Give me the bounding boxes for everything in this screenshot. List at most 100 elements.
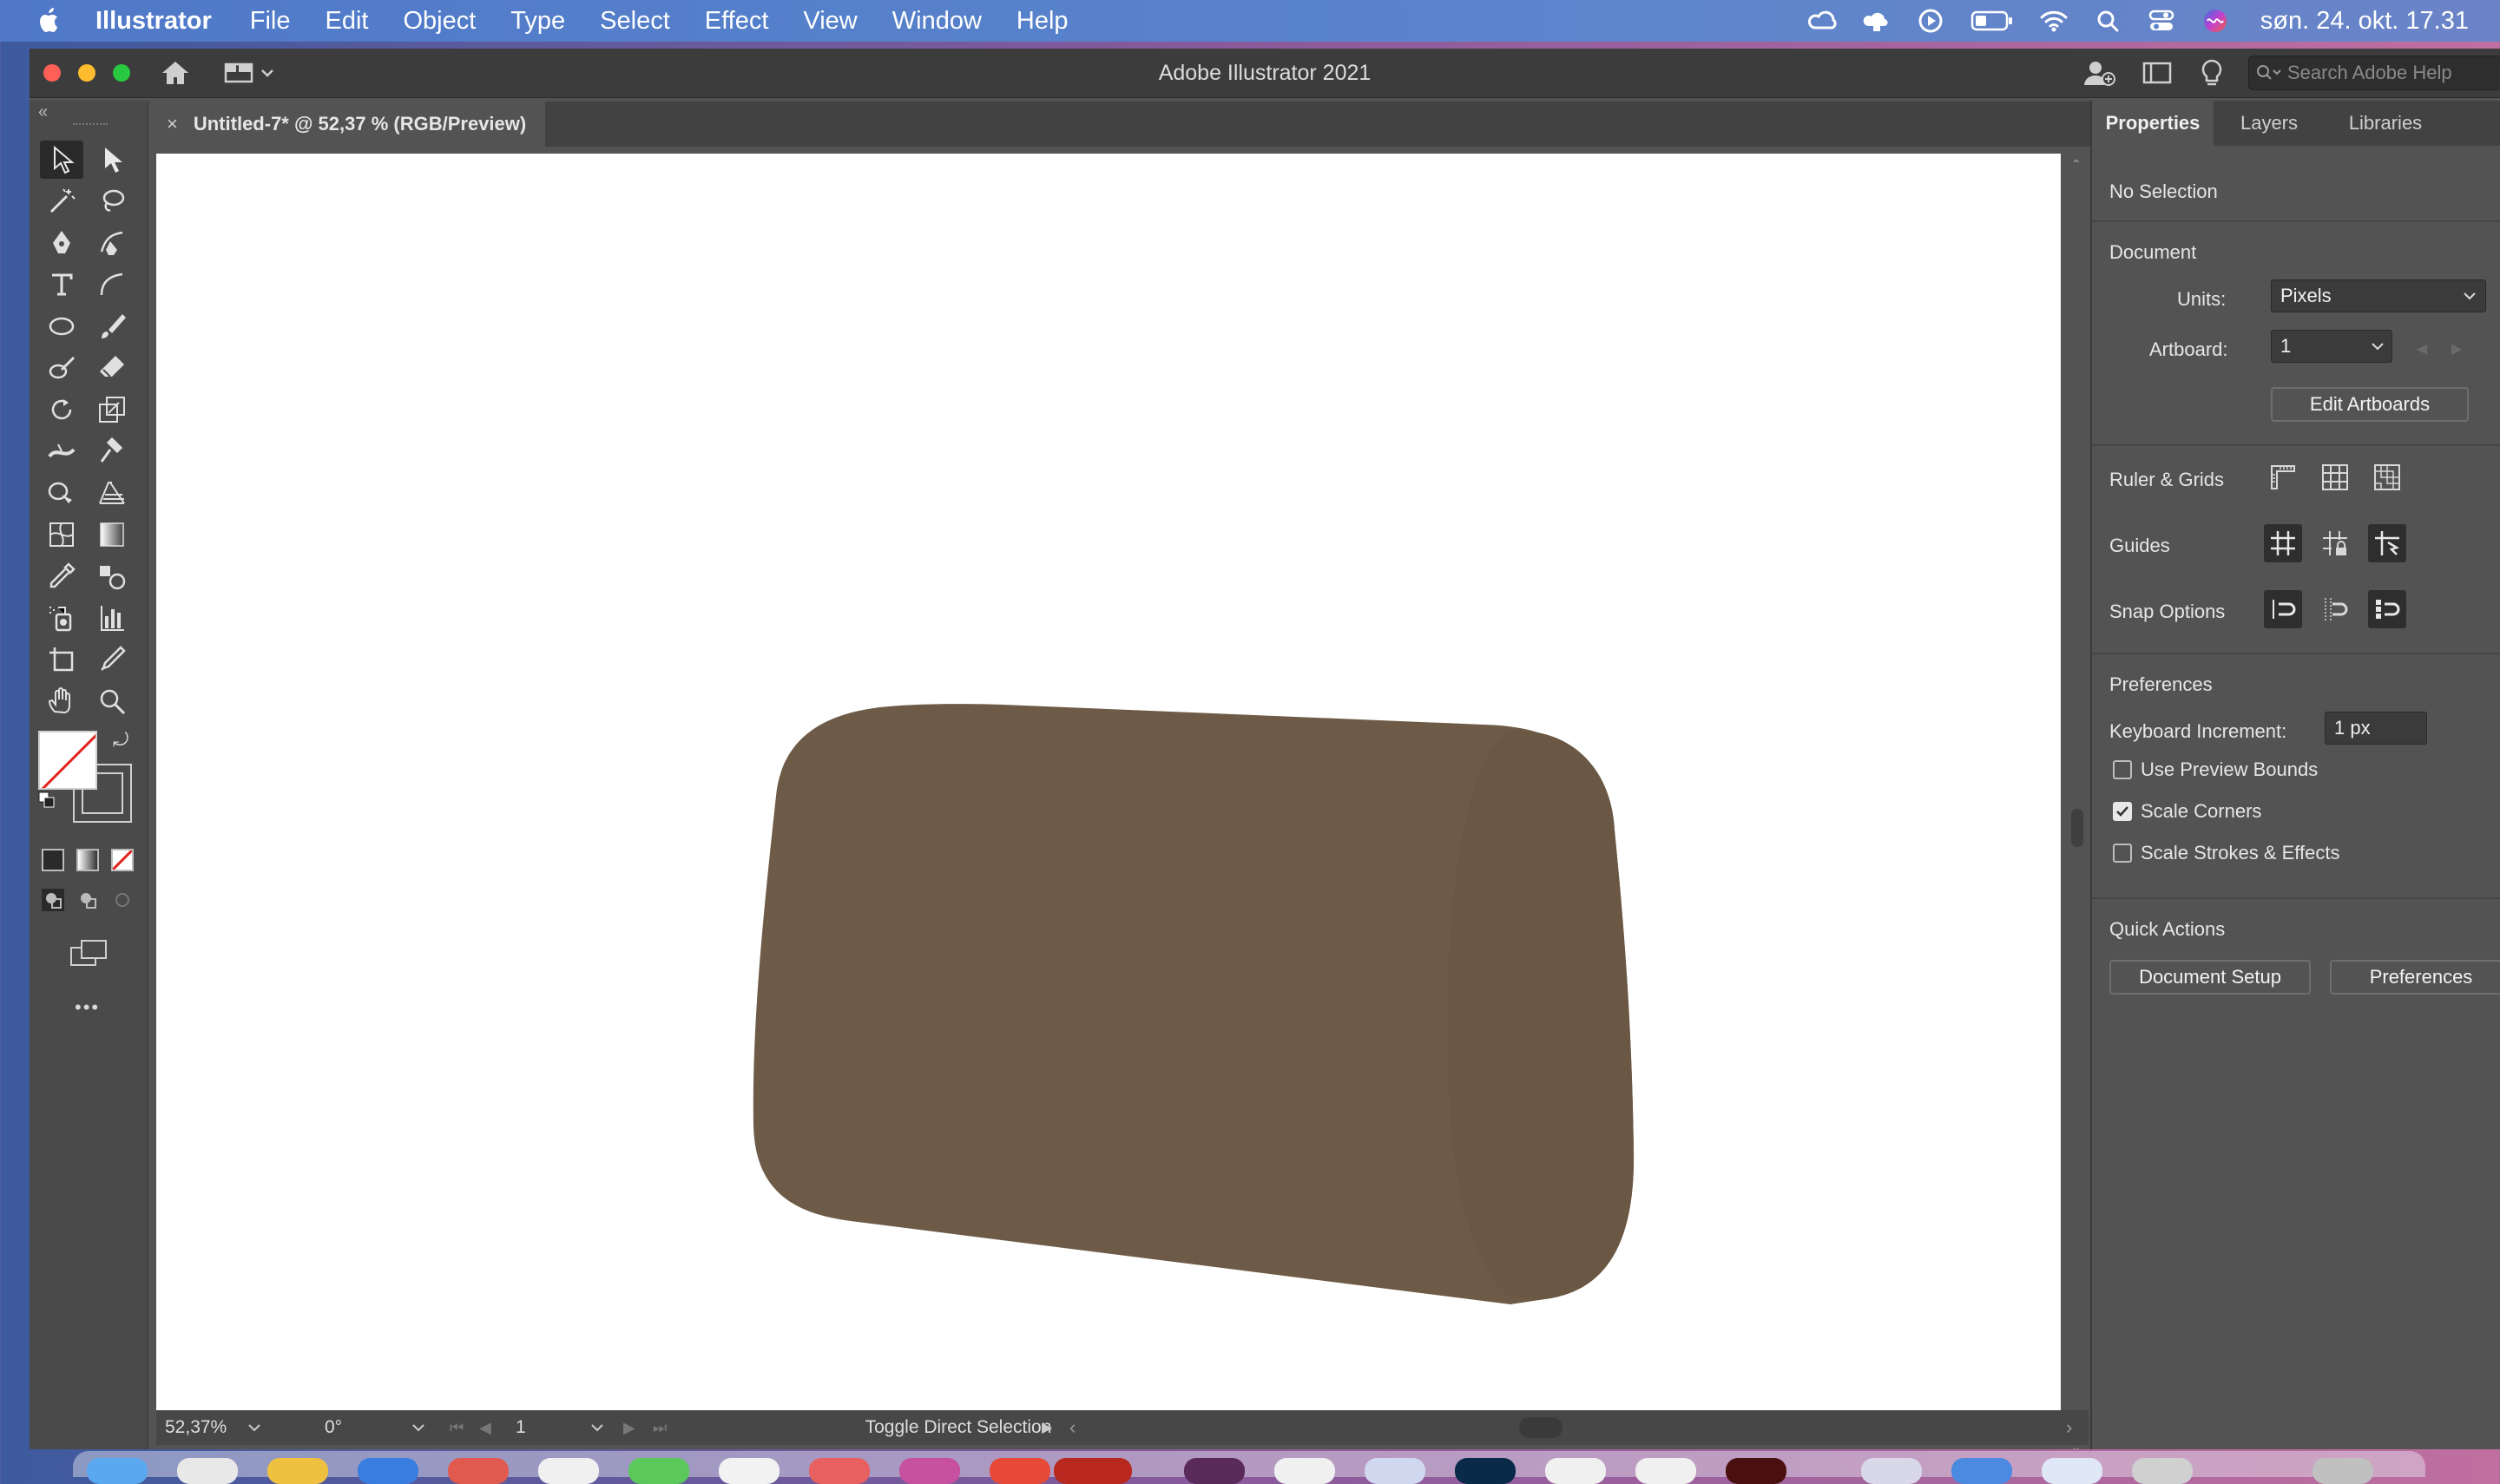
- dock-app-preview-icon[interactable]: [1365, 1458, 1425, 1484]
- menu-select[interactable]: Select: [600, 7, 670, 36]
- artboard-select[interactable]: 1: [2271, 330, 2392, 363]
- share-user-icon[interactable]: [2082, 57, 2116, 89]
- arc-tool-icon[interactable]: [90, 266, 134, 304]
- draw-behind-icon[interactable]: [76, 889, 99, 911]
- grid-icon[interactable]: [2316, 458, 2354, 496]
- menu-object[interactable]: Object: [403, 7, 476, 36]
- tab-libraries[interactable]: Libraries: [2325, 101, 2446, 146]
- selection-tool-icon[interactable]: [40, 141, 83, 179]
- toolbar-grip[interactable]: [73, 123, 108, 130]
- dock-app-photos-icon[interactable]: [719, 1458, 780, 1484]
- dock-app-slack-icon[interactable]: [1184, 1458, 1245, 1484]
- direct-selection-tool-icon[interactable]: [90, 141, 134, 179]
- apple-logo-icon[interactable]: [36, 6, 62, 36]
- scroll-thumb[interactable]: [2071, 809, 2083, 847]
- fill-swatch-none[interactable]: [38, 731, 97, 790]
- previous-artboard-arrow-icon[interactable]: ◀: [2417, 340, 2427, 358]
- gradient-mode-icon[interactable]: [76, 849, 99, 871]
- shaper-tool-icon[interactable]: [40, 349, 83, 387]
- notification-cloud-icon[interactable]: [1861, 8, 1892, 34]
- dock-app-illustrator-icon[interactable]: [1726, 1458, 1786, 1484]
- dock-app-photoshop-icon[interactable]: [1455, 1458, 1516, 1484]
- blend-tool-icon[interactable]: [90, 557, 134, 595]
- dock-app-downloads-icon[interactable]: [1861, 1458, 1922, 1484]
- dock-trash-icon[interactable]: [2312, 1458, 2373, 1484]
- dock-app-calendar-icon[interactable]: [538, 1458, 599, 1484]
- keyboard-increment-input[interactable]: 1 px: [2325, 712, 2427, 745]
- smart-guides-icon[interactable]: [2368, 524, 2406, 562]
- use-preview-bounds-checkbox[interactable]: [2113, 760, 2132, 779]
- dock-app-word-icon[interactable]: [1635, 1458, 1696, 1484]
- dock-app-textedit-icon[interactable]: [1274, 1458, 1335, 1484]
- lock-guides-icon[interactable]: [2316, 524, 2354, 562]
- first-artboard-icon[interactable]: ⏮: [450, 1410, 464, 1445]
- snap-to-grid-icon[interactable]: [2316, 590, 2354, 628]
- horizontal-scroll-thumb[interactable]: [1519, 1417, 1562, 1438]
- rotation-field[interactable]: 0°: [325, 1410, 429, 1445]
- draw-normal-icon[interactable]: [42, 889, 64, 911]
- menu-file[interactable]: File: [250, 7, 291, 36]
- dock-app-red-icon[interactable]: [1054, 1458, 1132, 1484]
- dock-app-music-icon[interactable]: [809, 1458, 870, 1484]
- column-graph-tool-icon[interactable]: [90, 599, 134, 637]
- paintbrush-tool-icon[interactable]: [90, 307, 134, 345]
- next-artboard-arrow-icon[interactable]: ▶: [2451, 340, 2462, 358]
- menu-type[interactable]: Type: [510, 7, 565, 36]
- dock-app-podcasts-icon[interactable]: [899, 1458, 960, 1484]
- slice-tool-icon[interactable]: [90, 640, 134, 679]
- zoom-tool-icon[interactable]: [90, 682, 134, 720]
- units-dropdown[interactable]: Pixels: [2271, 279, 2486, 312]
- eyedropper-tool-icon[interactable]: [40, 557, 83, 595]
- none-mode-icon[interactable]: [111, 849, 134, 871]
- scale-corners-checkbox[interactable]: [2113, 802, 2132, 821]
- rotate-tool-icon[interactable]: [40, 391, 83, 429]
- battery-icon[interactable]: [1969, 8, 2016, 34]
- siri-icon[interactable]: [2200, 8, 2231, 34]
- control-center-icon[interactable]: [2146, 8, 2177, 34]
- menu-view[interactable]: View: [803, 7, 857, 36]
- change-screen-mode-icon[interactable]: [69, 939, 109, 973]
- ruler-icon[interactable]: [2264, 458, 2302, 496]
- artboard-tool-icon[interactable]: [40, 640, 83, 679]
- dock-app-launchpad-icon[interactable]: [177, 1458, 238, 1484]
- transparency-grid-icon[interactable]: [2368, 458, 2406, 496]
- menu-window[interactable]: Window: [892, 7, 982, 36]
- last-artboard-icon[interactable]: ⏭: [653, 1410, 667, 1445]
- collapse-toolbar-icon[interactable]: «: [38, 102, 48, 122]
- type-tool-icon[interactable]: [40, 266, 83, 304]
- dock-app-messages-icon[interactable]: [628, 1458, 689, 1484]
- scroll-up-arrow-icon[interactable]: ⌃: [2071, 157, 2082, 172]
- pen-tool-icon[interactable]: [40, 224, 83, 262]
- artboard-navigator-field[interactable]: 1: [516, 1410, 620, 1445]
- dock-app-safari-icon[interactable]: [358, 1458, 418, 1484]
- dock-app-mail-icon[interactable]: [448, 1458, 509, 1484]
- dock-app-finder-icon[interactable]: [87, 1458, 148, 1484]
- menu-help[interactable]: Help: [1016, 7, 1069, 36]
- previous-artboard-icon[interactable]: ◀: [479, 1410, 491, 1445]
- panel-layout-icon[interactable]: [2142, 57, 2172, 89]
- discover-lightbulb-icon[interactable]: [2200, 57, 2224, 89]
- snap-to-point-icon[interactable]: [2264, 590, 2302, 628]
- symbol-sprayer-tool-icon[interactable]: [40, 599, 83, 637]
- shape-builder-tool-icon[interactable]: [40, 474, 83, 512]
- show-guides-icon[interactable]: [2264, 524, 2302, 562]
- dock-app-documents-icon[interactable]: [2042, 1458, 2102, 1484]
- preferences-button[interactable]: Preferences: [2330, 960, 2500, 995]
- wifi-icon[interactable]: [2038, 8, 2069, 34]
- dock-app-folder-icon[interactable]: [1951, 1458, 2012, 1484]
- menu-effect[interactable]: Effect: [705, 7, 769, 36]
- scroll-right-arrow-icon[interactable]: ›: [2066, 1410, 2072, 1445]
- scroll-left-arrow-icon[interactable]: ‹: [1069, 1410, 1076, 1445]
- puppet-warp-tool-icon[interactable]: [90, 432, 134, 470]
- canvas-vertical-scrollbar[interactable]: ⌃ ⌄: [2066, 154, 2089, 1449]
- draw-inside-icon[interactable]: [111, 889, 134, 911]
- tab-properties[interactable]: Properties: [2092, 101, 2214, 146]
- dock-app-notes-icon[interactable]: [267, 1458, 328, 1484]
- perspective-grid-tool-icon[interactable]: [90, 474, 134, 512]
- gradient-tool-icon[interactable]: [90, 515, 134, 554]
- zoom-level-field[interactable]: 52,37%: [165, 1410, 269, 1445]
- menu-edit[interactable]: Edit: [325, 7, 368, 36]
- status-tool-hint[interactable]: Toggle Direct Selection: [759, 1410, 1158, 1445]
- dock-app-news-icon[interactable]: [990, 1458, 1050, 1484]
- width-tool-icon[interactable]: [40, 432, 83, 470]
